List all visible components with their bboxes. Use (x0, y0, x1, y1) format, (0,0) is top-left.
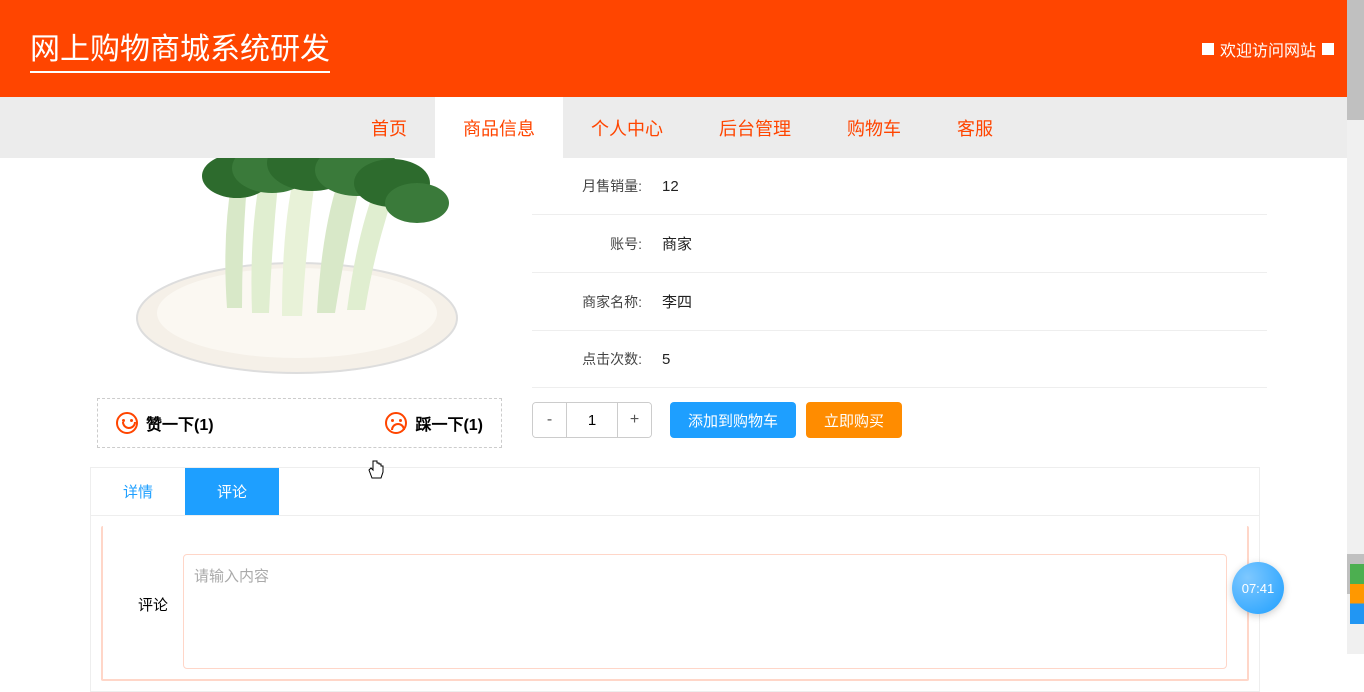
scrollbar-thumb[interactable] (1347, 0, 1364, 120)
nav-admin[interactable]: 后台管理 (691, 97, 819, 158)
square-icon (1202, 43, 1214, 55)
downvote-button[interactable]: 踩一下(1) (385, 411, 483, 435)
quantity-stepper: - + (532, 402, 652, 438)
info-row-merchant: 商家名称: 李四 (532, 273, 1267, 331)
sidebar-widget-icon[interactable] (1350, 564, 1364, 624)
upvote-label: 赞一下(1) (146, 411, 214, 435)
upvote-button[interactable]: 赞一下(1) (116, 411, 214, 435)
vegetable-image-icon (107, 158, 487, 388)
info-value: 商家 (662, 233, 692, 254)
add-to-cart-button[interactable]: 添加到购物车 (670, 402, 796, 438)
qty-plus-button[interactable]: + (617, 403, 651, 437)
downvote-label: 踩一下(1) (415, 411, 483, 435)
comment-label: 评论 (123, 554, 183, 615)
content-area: 赞一下(1) 踩一下(1) 月售销量: 12 账号: 商家 商家名称: 李四 点… (7, 158, 1357, 452)
info-value: 12 (662, 178, 679, 195)
fab-time: 07:41 (1242, 581, 1275, 596)
nav-cart[interactable]: 购物车 (819, 97, 929, 158)
vote-row: 赞一下(1) 踩一下(1) (97, 398, 502, 448)
comment-form: 评论 (101, 526, 1249, 681)
info-label: 账号: (547, 234, 642, 254)
tabs-section: 详情 评论 评论 (90, 467, 1260, 692)
nav-products[interactable]: 商品信息 (435, 97, 563, 158)
site-title[interactable]: 网上购物商城系统研发 (30, 24, 330, 73)
frown-icon (385, 412, 407, 434)
nav-profile[interactable]: 个人中心 (563, 97, 691, 158)
scrollbar-track[interactable] (1347, 0, 1364, 654)
form-row: 评论 (113, 554, 1237, 669)
time-fab-button[interactable]: 07:41 (1232, 562, 1284, 614)
comment-input[interactable] (183, 554, 1227, 669)
buy-now-button[interactable]: 立即购买 (806, 402, 902, 438)
action-row: - + 添加到购物车 立即购买 (532, 388, 1267, 452)
welcome-label: 欢迎访问网站 (1220, 37, 1316, 61)
product-left-column: 赞一下(1) 踩一下(1) (97, 158, 517, 452)
tab-comment[interactable]: 评论 (185, 468, 279, 515)
tab-detail[interactable]: 详情 (91, 468, 185, 515)
qty-minus-button[interactable]: - (533, 403, 567, 437)
info-row-clicks: 点击次数: 5 (532, 331, 1267, 388)
info-label: 点击次数: (547, 349, 642, 369)
info-value: 5 (662, 351, 670, 368)
product-right-column: 月售销量: 12 账号: 商家 商家名称: 李四 点击次数: 5 - + 添加到… (517, 158, 1267, 452)
nav-service[interactable]: 客服 (929, 97, 1021, 158)
info-label: 商家名称: (547, 292, 642, 312)
info-label: 月售销量: (547, 176, 642, 196)
product-image (97, 158, 497, 388)
info-row-sales: 月售销量: 12 (532, 158, 1267, 215)
nav-home[interactable]: 首页 (343, 97, 435, 158)
tabs-header: 详情 评论 (91, 468, 1259, 516)
qty-input[interactable] (567, 403, 617, 437)
square-icon (1322, 43, 1334, 55)
main-nav: 首页 商品信息 个人中心 后台管理 购物车 客服 (0, 97, 1364, 158)
info-row-account: 账号: 商家 (532, 215, 1267, 273)
welcome-text: 欢迎访问网站 (1202, 37, 1334, 61)
header-bar: 网上购物商城系统研发 欢迎访问网站 (0, 0, 1364, 97)
smile-icon (116, 412, 138, 434)
info-value: 李四 (662, 291, 692, 312)
